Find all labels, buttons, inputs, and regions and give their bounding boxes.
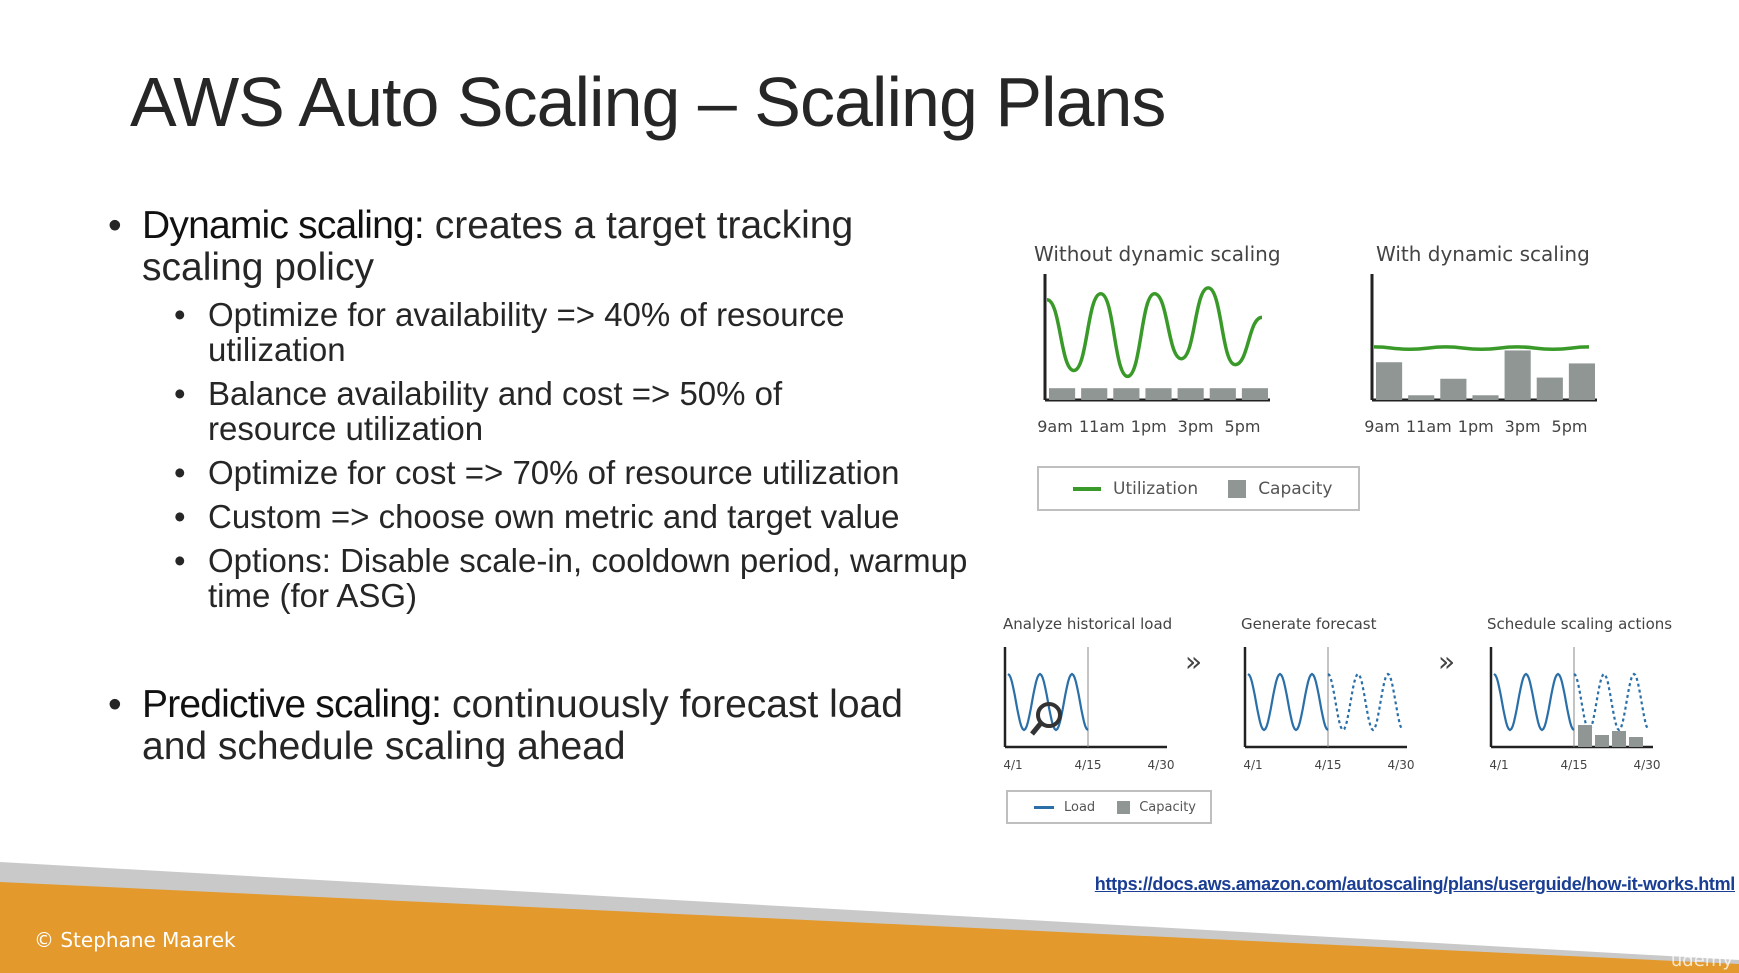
forecast-line — [1327, 672, 1404, 732]
load-legend-swatch — [1034, 805, 1054, 809]
capacity-bar — [1595, 735, 1609, 747]
load-legend-label: Load — [1064, 799, 1096, 815]
predictive-scaling-lead: Predictive scaling: — [142, 683, 442, 726]
capacity-bar — [1376, 362, 1403, 400]
x-tick-label: 5pm — [1552, 417, 1588, 436]
bullet-list: Dynamic scaling: creates a target tracki… — [108, 205, 968, 776]
x-tick-label: 9am — [1364, 417, 1400, 436]
predictive-panels: 4/1 4/15 4/30 4/1 4/15 4/30 4/1 4/15 4/30 — [1003, 647, 1660, 772]
x-tick-label: 5pm — [1225, 417, 1261, 436]
x-tick-label: 11am — [1406, 417, 1452, 436]
capacity-bar — [1440, 378, 1467, 400]
arrow-1: » — [1185, 645, 1202, 678]
docs-link[interactable]: https://docs.aws.amazon.com/autoscaling/… — [1095, 874, 1736, 895]
sub-bullet-cost: Optimize for cost => 70% of resource uti… — [174, 455, 968, 490]
load-line — [1493, 672, 1575, 732]
capacity-bar — [1209, 388, 1236, 400]
panel-title-schedule: Schedule scaling actions — [1487, 615, 1672, 633]
sub-bullet-availability: Optimize for availability => 40% of reso… — [174, 297, 848, 367]
dynamic-scaling-lead: Dynamic scaling: — [142, 204, 425, 247]
panel-title-analyze: Analyze historical load — [1003, 615, 1172, 633]
dynamic-chart-legend: Utilization Capacity — [1037, 466, 1360, 511]
chart-without-dynamic: 9am 11am 1pm 3pm 5pm — [1037, 274, 1270, 436]
x-tick-label: 4/15 — [1561, 758, 1588, 772]
x-tick-label: 3pm — [1178, 417, 1214, 436]
x-tick-label: 4/1 — [1243, 758, 1262, 772]
predictive-chart-legend: Load Capacity — [1006, 790, 1212, 824]
load-line — [1007, 672, 1089, 732]
dynamic-scaling-charts: Without dynamic scaling With dynamic sca… — [1034, 242, 1597, 436]
capacity-bar — [1536, 377, 1563, 400]
x-tick-label: 1pm — [1458, 417, 1494, 436]
capacity-bar — [1472, 395, 1499, 400]
predictive-panel: 4/1 4/15 4/30 — [1489, 647, 1660, 772]
utilization-legend-swatch — [1073, 486, 1101, 491]
copyright-text: © Stephane Maarek — [34, 928, 236, 952]
capacity-bar — [1241, 388, 1268, 400]
x-tick-label: 4/15 — [1075, 758, 1102, 772]
x-tick-label: 4/1 — [1003, 758, 1022, 772]
capacity-bar — [1578, 725, 1592, 747]
x-tick-label: 1pm — [1131, 417, 1167, 436]
capacity-bar — [1113, 388, 1140, 400]
predictive-scaling-charts: Analyze historical load Generate forecas… — [1003, 615, 1672, 772]
slide-title: AWS Auto Scaling – Scaling Plans — [130, 63, 1166, 141]
magnifier-handle — [1030, 721, 1043, 736]
utilization-line — [1373, 345, 1590, 352]
capacity-bar — [1504, 350, 1531, 400]
x-tick-label: 11am — [1079, 417, 1125, 436]
x-tick-label: 4/15 — [1315, 758, 1342, 772]
arrow-2: » — [1438, 645, 1455, 678]
chart-title-with: With dynamic scaling — [1376, 242, 1590, 266]
x-tick-label: 4/30 — [1634, 758, 1661, 772]
capacity-bar — [1629, 737, 1643, 747]
sub-bullet-options: Options: Disable scale-in, cooldown peri… — [174, 543, 968, 613]
chart-with-dynamic: 9am 11am 1pm 3pm 5pm — [1364, 274, 1597, 436]
x-tick-label: 3pm — [1505, 417, 1541, 436]
forecast-line — [1573, 672, 1650, 732]
capacity-legend-swatch — [1228, 479, 1247, 498]
capacity-legend-label: Capacity — [1258, 478, 1333, 499]
sub-bullet-balance: Balance availability and cost => 50% of … — [174, 376, 898, 446]
capacity-bar — [1049, 388, 1076, 400]
predictive-panel: 4/1 4/15 4/30 — [1243, 647, 1414, 772]
capacity-bar — [1568, 363, 1595, 400]
x-tick-label: 4/30 — [1148, 758, 1175, 772]
load-line — [1247, 672, 1329, 732]
chart-title-without: Without dynamic scaling — [1034, 242, 1281, 266]
sub-bullet-custom: Custom => choose own metric and target v… — [174, 499, 968, 534]
udemy-watermark: üdemy — [1670, 950, 1733, 971]
capacity-legend-label-predictive: Capacity — [1139, 799, 1196, 815]
panel-title-forecast: Generate forecast — [1241, 615, 1377, 633]
capacity-legend-swatch-predictive — [1117, 800, 1131, 814]
capacity-bar — [1612, 731, 1626, 747]
predictive-panel: 4/1 4/15 4/30 — [1003, 647, 1174, 772]
footer-orange-band — [0, 882, 1739, 973]
utilization-line — [1046, 286, 1263, 379]
capacity-bar — [1081, 388, 1108, 400]
capacity-bar — [1408, 395, 1435, 400]
predictive-scaling-bullet: Predictive scaling: continuously forecas… — [108, 684, 942, 768]
x-tick-label: 4/1 — [1489, 758, 1508, 772]
utilization-legend-label: Utilization — [1113, 478, 1199, 499]
capacity-bar — [1177, 388, 1204, 400]
capacity-bar — [1145, 388, 1172, 400]
x-tick-label: 9am — [1037, 417, 1073, 436]
dynamic-scaling-bullet: Dynamic scaling: creates a target tracki… — [108, 205, 968, 289]
x-tick-label: 4/30 — [1388, 758, 1415, 772]
